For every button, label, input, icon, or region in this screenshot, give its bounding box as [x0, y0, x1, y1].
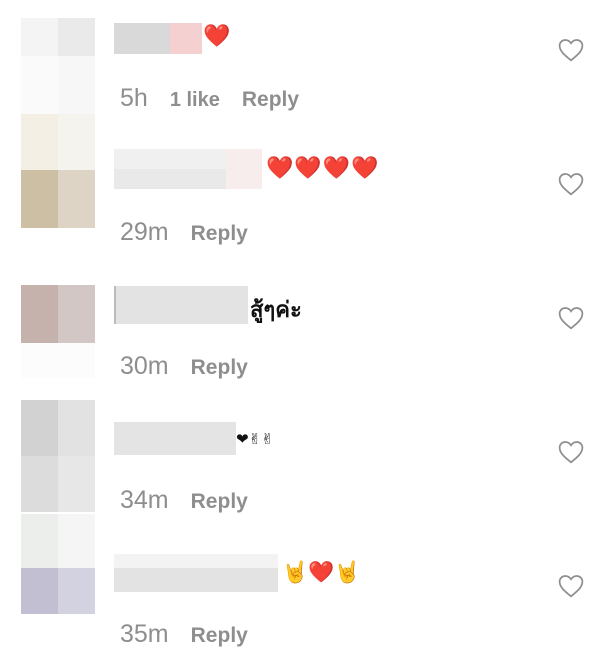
comment-item: สู้ๆค่ะ 30m Reply — [0, 268, 600, 402]
username-blurred[interactable] — [114, 422, 236, 455]
timestamp: 34m — [120, 486, 169, 514]
avatar[interactable] — [21, 285, 95, 378]
comment-text: ❤️ — [203, 24, 231, 49]
comment-text: สู้ๆค่ะ — [250, 298, 302, 323]
reply-button[interactable]: Reply — [191, 624, 248, 647]
comment-item: 🤘❤️🤘 35m Reply — [0, 514, 600, 670]
timestamp: 29m — [120, 218, 169, 246]
comment-meta: 35m Reply — [120, 620, 248, 649]
comment-text: ❤✌✌ — [236, 430, 274, 448]
timestamp: 35m — [120, 620, 169, 648]
avatar[interactable] — [21, 18, 95, 114]
heart-outline-icon[interactable] — [558, 38, 584, 62]
avatar[interactable] — [21, 114, 95, 228]
reply-button[interactable]: Reply — [191, 222, 248, 245]
comment-text: 🤘❤️🤘 — [282, 560, 361, 584]
username-blurred[interactable] — [114, 554, 278, 592]
comment-meta: 30m Reply — [120, 352, 248, 381]
comment-text: ❤️❤️❤️❤️ — [266, 156, 380, 181]
comment-meta: 29m Reply — [120, 218, 248, 247]
username-blurred[interactable] — [114, 286, 248, 324]
avatar[interactable] — [21, 514, 95, 614]
timestamp: 30m — [120, 352, 169, 380]
username-blurred[interactable] — [114, 149, 262, 189]
comment-meta: 5h 1 like Reply — [120, 84, 299, 113]
reply-button[interactable]: Reply — [191, 356, 248, 379]
timestamp: 5h — [120, 84, 148, 112]
comment-meta: 34m Reply — [120, 486, 248, 515]
like-count[interactable]: 1 like — [170, 89, 220, 111]
reply-button[interactable]: Reply — [242, 88, 299, 111]
heart-outline-icon[interactable] — [558, 574, 584, 598]
heart-outline-icon[interactable] — [558, 172, 584, 196]
heart-outline-icon[interactable] — [558, 306, 584, 330]
heart-outline-icon[interactable] — [558, 440, 584, 464]
comment-item: ❤️❤️❤️❤️ 29m Reply — [0, 114, 600, 268]
reply-button[interactable]: Reply — [191, 490, 248, 513]
username-blurred[interactable] — [114, 23, 202, 54]
avatar[interactable] — [21, 400, 95, 512]
